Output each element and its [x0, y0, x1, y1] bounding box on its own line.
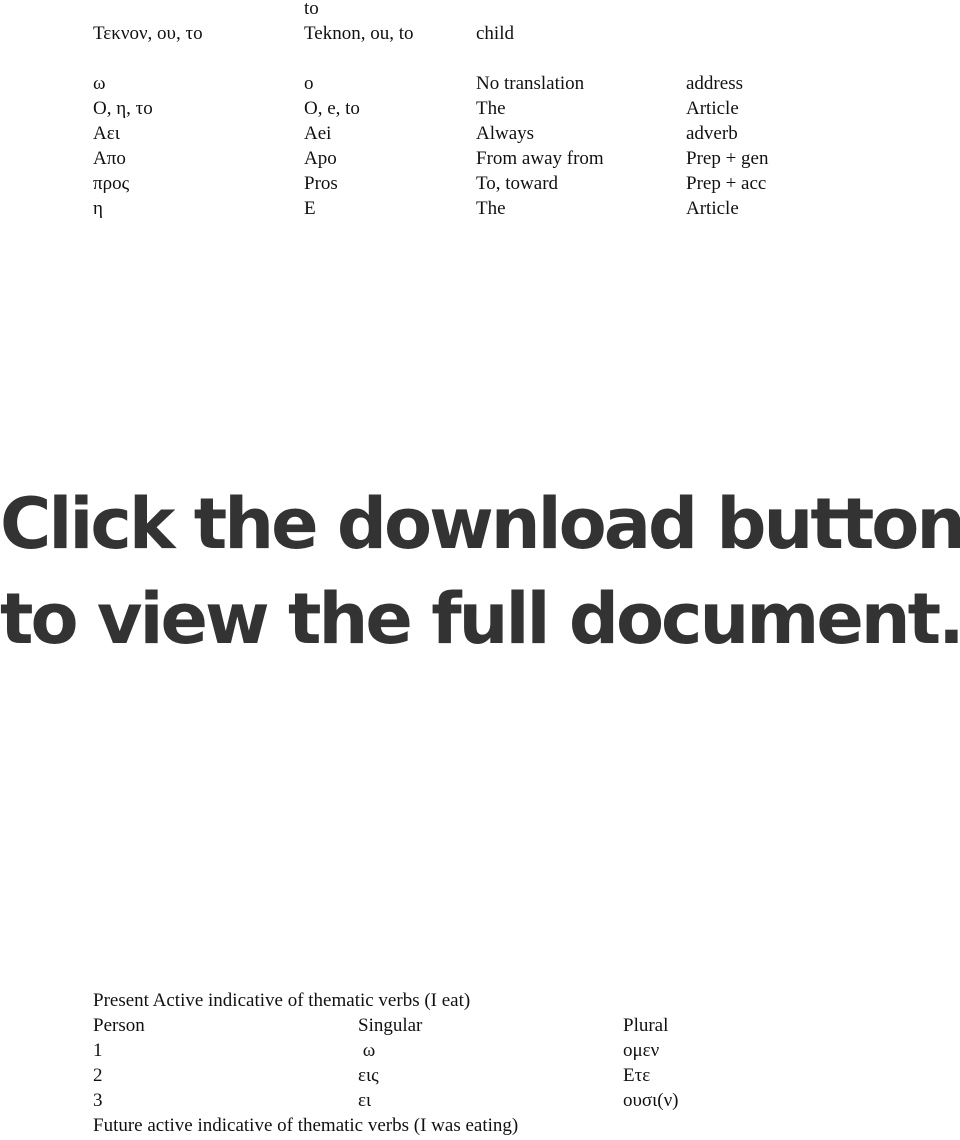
vocab-fragment: to: [304, 0, 319, 19]
vocab-cell: Τεκνον, ου, το: [93, 23, 203, 44]
vocab-cell: Teknon, ou, to: [304, 23, 414, 44]
vocab-cell: Apo: [304, 148, 337, 169]
overlay-line-1: Click the download button: [0, 483, 960, 565]
vocab-cell: ω: [93, 73, 106, 94]
vocab-cell: child: [476, 23, 514, 44]
conjugation-cell: 1: [93, 1040, 103, 1061]
conjugation-cell: ει: [358, 1090, 372, 1111]
vocab-cell: Prep + acc: [686, 173, 767, 194]
conjugation-cell: ομεν: [623, 1040, 660, 1061]
conjugation-cell: 3: [93, 1090, 103, 1111]
vocab-cell: Απο: [93, 148, 126, 169]
vocab-cell: προς: [93, 173, 130, 194]
conjugation-cell: εις: [358, 1065, 379, 1086]
conjugation-cell: ουσι(ν): [623, 1090, 679, 1111]
vocab-cell: The: [476, 98, 506, 119]
conjugation-cell: ω: [358, 1040, 376, 1061]
vocab-cell: o: [304, 73, 314, 94]
vocab-cell: Prep + gen: [686, 148, 769, 169]
next-section-title: Future active indicative of thematic ver…: [93, 1115, 519, 1136]
vocab-cell: Ο, η, το: [93, 98, 153, 119]
vocab-cell: Article: [686, 198, 739, 219]
vocab-cell: To, toward: [476, 173, 559, 194]
conjugation-cell: Ετε: [623, 1065, 651, 1086]
vocab-cell: O, e, to: [304, 98, 360, 119]
header-plural: Plural: [623, 1015, 669, 1036]
conjugation-cell: 2: [93, 1065, 103, 1086]
vocab-cell: Aei: [304, 123, 332, 144]
header-singular: Singular: [358, 1015, 423, 1036]
vocab-cell: Αει: [93, 123, 120, 144]
header-person: Person: [93, 1015, 145, 1036]
overlay-line-2: to view the full document.: [0, 578, 960, 660]
vocab-cell: The: [476, 198, 506, 219]
conjugation-title: Present Active indicative of thematic ve…: [93, 990, 471, 1011]
vocab-cell: address: [686, 73, 743, 94]
vocab-cell: From away from: [476, 148, 604, 169]
vocab-cell: E: [304, 198, 316, 219]
vocab-cell: No translation: [476, 73, 585, 94]
vocab-cell: Always: [476, 123, 535, 144]
vocab-cell: Article: [686, 98, 739, 119]
vocab-cell: η: [93, 198, 103, 219]
vocab-cell: adverb: [686, 123, 738, 144]
vocab-cell: Pros: [304, 173, 338, 194]
